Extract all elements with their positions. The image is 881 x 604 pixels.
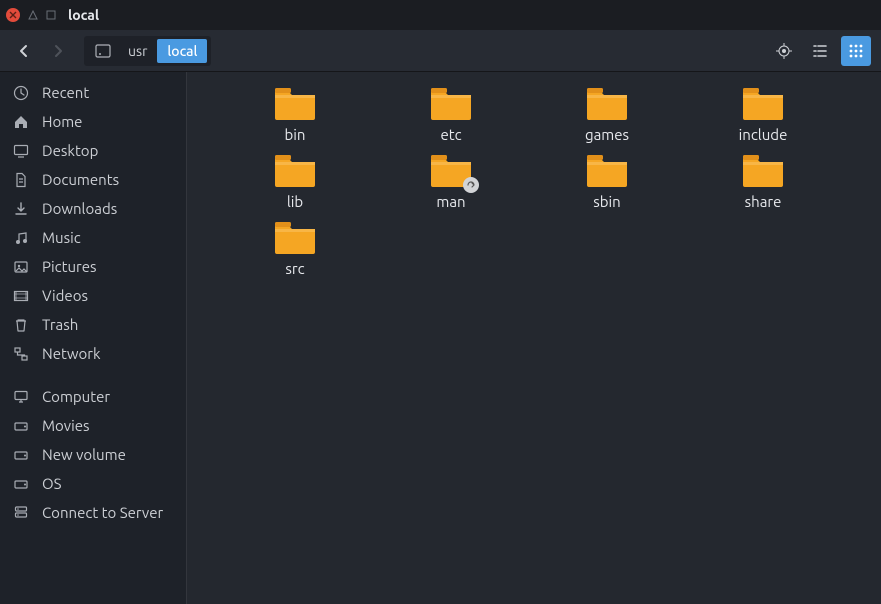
titlebar: local: [0, 0, 881, 30]
back-button[interactable]: [10, 37, 38, 65]
sidebar-item-label: Connect to Server: [42, 504, 163, 521]
sidebar-item-new-volume[interactable]: New volume: [0, 440, 186, 469]
sidebar-item-os[interactable]: OS: [0, 469, 186, 498]
sidebar-item-pictures[interactable]: Pictures: [0, 252, 186, 281]
sidebar-item-network[interactable]: Network: [0, 339, 186, 368]
folder-man[interactable]: man: [373, 153, 529, 210]
folder-games[interactable]: games: [529, 86, 685, 143]
drive-icon: [12, 418, 30, 434]
folder-grid: bin etc games include lib man sbin share src: [197, 86, 871, 277]
folder-label: include: [739, 126, 788, 143]
folder-label: sbin: [593, 193, 621, 210]
sidebar-item-label: Videos: [42, 287, 88, 304]
trash-icon: [12, 317, 30, 333]
folder-icon: [273, 86, 317, 120]
path-seg-local[interactable]: local: [157, 39, 207, 63]
sidebar-item-videos[interactable]: Videos: [0, 281, 186, 310]
sidebar-item-label: Recent: [42, 84, 89, 101]
folder-icon: [429, 86, 473, 120]
sidebar-item-recent[interactable]: Recent: [0, 78, 186, 107]
content-area: bin etc games include lib man sbin share src: [187, 72, 881, 604]
desktop-icon: [12, 143, 30, 159]
server-icon: [12, 505, 30, 521]
folder-icon: [273, 153, 317, 187]
clock-icon: [12, 85, 30, 101]
sidebar-item-home[interactable]: Home: [0, 107, 186, 136]
folder-src[interactable]: src: [217, 220, 373, 277]
sidebar-item-label: Pictures: [42, 258, 97, 275]
sidebar-item-label: Computer: [42, 388, 110, 405]
folder-icon: [273, 220, 317, 254]
sidebar-item-label: Downloads: [42, 200, 117, 217]
sidebar-item-trash[interactable]: Trash: [0, 310, 186, 339]
computer-icon: [12, 389, 30, 405]
folder-label: bin: [285, 126, 306, 143]
folder-label: share: [745, 193, 782, 210]
sidebar-item-label: Network: [42, 345, 101, 362]
path-seg-usr[interactable]: usr: [118, 39, 157, 63]
list-view-button[interactable]: [805, 36, 835, 66]
folder-include[interactable]: include: [685, 86, 841, 143]
sidebar-item-downloads[interactable]: Downloads: [0, 194, 186, 223]
sidebar-item-desktop[interactable]: Desktop: [0, 136, 186, 165]
network-icon: [12, 346, 30, 362]
sidebar-item-documents[interactable]: Documents: [0, 165, 186, 194]
sidebar-item-label: Desktop: [42, 142, 98, 159]
folder-lib[interactable]: lib: [217, 153, 373, 210]
forward-button[interactable]: [44, 37, 72, 65]
folder-icon: [741, 153, 785, 187]
toolbar: usr local: [0, 30, 881, 72]
maximize-button[interactable]: [46, 10, 56, 20]
drive-icon: [12, 476, 30, 492]
sidebar-item-label: Movies: [42, 417, 90, 434]
folder-label: src: [285, 260, 304, 277]
sidebar-item-connect-to-server[interactable]: Connect to Server: [0, 498, 186, 527]
path-root-icon[interactable]: [88, 39, 118, 63]
sidebar-item-label: Documents: [42, 171, 119, 188]
grid-view-button[interactable]: [841, 36, 871, 66]
folder-icon: [585, 86, 629, 120]
videos-icon: [12, 288, 30, 304]
folder-icon: [585, 153, 629, 187]
location-button[interactable]: [769, 36, 799, 66]
sidebar-item-music[interactable]: Music: [0, 223, 186, 252]
folder-bin[interactable]: bin: [217, 86, 373, 143]
folder-icon: [429, 153, 473, 187]
folder-share[interactable]: share: [685, 153, 841, 210]
folder-label: lib: [287, 193, 303, 210]
symlink-badge-icon: [463, 177, 479, 193]
folder-icon: [741, 86, 785, 120]
folder-label: etc: [440, 126, 461, 143]
window-title: local: [68, 7, 99, 23]
folder-label: man: [436, 193, 465, 210]
sidebar-item-movies[interactable]: Movies: [0, 411, 186, 440]
folder-sbin[interactable]: sbin: [529, 153, 685, 210]
folder-label: games: [585, 126, 629, 143]
home-icon: [12, 114, 30, 130]
sidebar-item-label: New volume: [42, 446, 126, 463]
music-icon: [12, 230, 30, 246]
pictures-icon: [12, 259, 30, 275]
sidebar-item-label: Home: [42, 113, 82, 130]
downloads-icon: [12, 201, 30, 217]
drive-icon: [12, 447, 30, 463]
minimize-button[interactable]: [28, 10, 38, 20]
sidebar-item-label: OS: [42, 475, 62, 492]
pathbar: usr local: [84, 36, 211, 66]
sidebar: Recent Home Desktop Documents Downloads Music…: [0, 72, 187, 604]
close-button[interactable]: [6, 8, 20, 22]
folder-etc[interactable]: etc: [373, 86, 529, 143]
sidebar-item-label: Music: [42, 229, 81, 246]
documents-icon: [12, 172, 30, 188]
sidebar-item-label: Trash: [42, 316, 78, 333]
sidebar-item-computer[interactable]: Computer: [0, 382, 186, 411]
